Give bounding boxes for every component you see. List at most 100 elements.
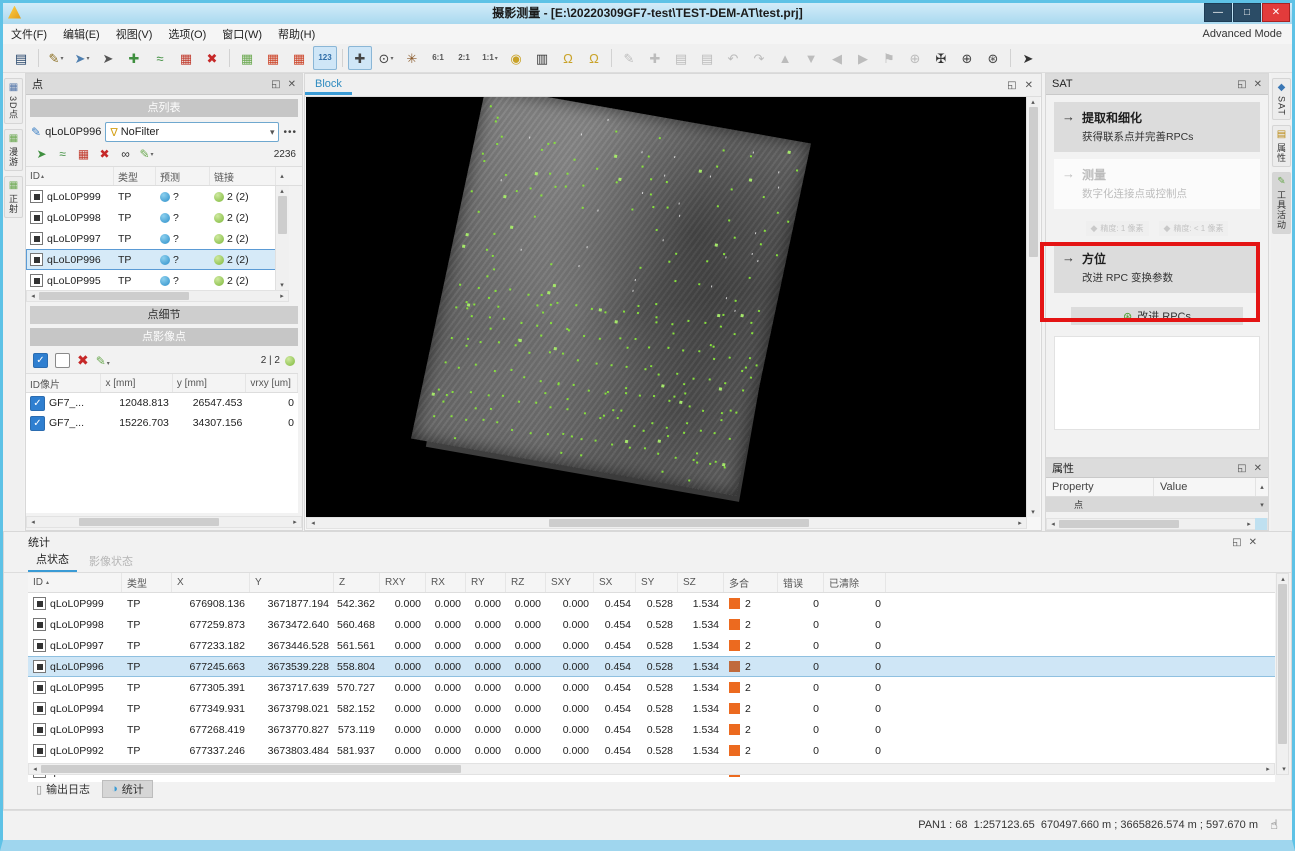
column-预测[interactable]: 预测 — [156, 167, 210, 185]
tab-browse[interactable]: ▦漫游 — [4, 129, 23, 171]
column-多合[interactable]: 多合 — [724, 573, 778, 592]
snap-point-icon[interactable]: ➤▾ — [70, 46, 94, 70]
scroll-down-icon[interactable]: ▾ — [1256, 501, 1268, 509]
column-SXY[interactable]: SXY — [546, 573, 594, 592]
block-viewport[interactable] — [306, 97, 1027, 517]
tab-output-log[interactable]: ▯输出日志 — [28, 780, 98, 798]
zoom-icon[interactable]: ⊙▾ — [374, 46, 398, 70]
column-x [mm][interactable]: x [mm] — [101, 374, 172, 392]
point-row[interactable]: qLoL0P997TP?2 (2) — [26, 228, 289, 249]
column-SX[interactable]: SX — [594, 573, 636, 592]
polyline-icon[interactable]: ≈ — [148, 46, 172, 70]
column-类型[interactable]: 类型 — [114, 167, 156, 185]
tab-points-3d[interactable]: ▦3D点 — [4, 78, 23, 124]
delete-icon[interactable]: ✖ — [77, 352, 89, 369]
close-panel-icon[interactable]: ✕ — [1254, 463, 1262, 474]
tab-image-status[interactable]: 影像状态 — [81, 551, 141, 572]
tab-properties[interactable]: ▤属性 — [1272, 125, 1291, 167]
float-panel-icon[interactable]: ◱ — [1237, 79, 1246, 90]
column-RZ[interactable]: RZ — [506, 573, 546, 592]
delete-point-icon[interactable]: ✖ — [95, 145, 114, 163]
column-错误[interactable]: 错误 — [778, 573, 824, 592]
lock2-icon[interactable]: Ω — [582, 46, 606, 70]
point-row[interactable]: qLoL0P995TP?2 (2) — [26, 270, 289, 290]
menu-help[interactable]: 帮助(H) — [270, 26, 323, 42]
close-panel-icon[interactable]: ✕ — [1249, 537, 1257, 548]
minimize-button[interactable]: — — [1204, 3, 1232, 22]
tab-block[interactable]: Block — [305, 76, 352, 95]
row-checkbox[interactable]: ✓ — [30, 396, 45, 411]
edit-status-icon[interactable]: ✎▾ — [137, 145, 156, 163]
menu-file[interactable]: 文件(F) — [3, 26, 55, 42]
block-hscrollbar[interactable]: ◂ ▸ — [306, 517, 1027, 529]
stats-row[interactable]: qLoL0P997TP677233.1823673446.528561.5610… — [28, 635, 1275, 656]
row-checkbox[interactable]: ✓ — [30, 416, 45, 431]
measure-point-icon[interactable]: ✚ — [122, 46, 146, 70]
block-vscrollbar[interactable]: ▴ ▾ — [1026, 97, 1040, 517]
column-ID[interactable]: ID▴ — [26, 167, 114, 185]
point-list-hscrollbar[interactable]: ◂ ▸ — [26, 290, 289, 302]
stats-row[interactable]: qLoL0P995TP677305.3913673717.639570.7270… — [28, 677, 1275, 698]
property-group-row[interactable]: 点 ▾ — [1046, 497, 1268, 512]
zoom-2-1-icon[interactable]: 2:1 — [452, 46, 476, 70]
workflow-step-1[interactable]: →提取和细化获得联系点并完善RPCs — [1054, 102, 1260, 152]
title-bar[interactable]: 摄影测量 - [E:\20220309GF7-test\TEST-DEM-AT\… — [0, 0, 1295, 24]
column-已清除[interactable]: 已清除 — [824, 573, 886, 592]
fit-view-icon[interactable]: ✳ — [400, 46, 424, 70]
uncheck-all-checkbox[interactable] — [55, 353, 70, 368]
point-row[interactable]: qLoL0P999TP?2 (2) — [26, 186, 289, 207]
measure-icon[interactable]: ➤ — [32, 145, 51, 163]
column-RXY[interactable]: RXY — [380, 573, 426, 592]
column-RX[interactable]: RX — [426, 573, 466, 592]
key-icon[interactable]: ◉ — [504, 46, 528, 70]
column-y [mm][interactable]: y [mm] — [173, 374, 246, 392]
stats-row[interactable]: qLoL0P998TP677259.8733673472.640560.4680… — [28, 614, 1275, 635]
close-panel-icon[interactable]: ✕ — [288, 79, 296, 90]
point-row[interactable]: qLoL0P998TP?2 (2) — [26, 207, 289, 228]
column-ID像片[interactable]: ID像片 — [26, 374, 101, 392]
column-RY[interactable]: RY — [466, 573, 506, 592]
zoom-1-1-icon[interactable]: 1:1▾ — [478, 46, 502, 70]
add-image-icon[interactable]: ▦ — [235, 46, 259, 70]
stats-row[interactable]: qLoL0P993TP677268.4193673770.827573.1190… — [28, 719, 1275, 740]
filter-dropdown[interactable]: ∇ NoFilter ▾ — [105, 122, 279, 142]
delete-point-icon[interactable]: ✖ — [200, 46, 224, 70]
tab-point-status[interactable]: 点状态 — [28, 549, 77, 572]
column-链接[interactable]: 链接 — [210, 167, 276, 185]
delete-image-point-icon[interactable]: ▦ — [174, 46, 198, 70]
stats-row[interactable]: qLoL0P992TP677337.2463673803.484581.9370… — [28, 740, 1275, 761]
point-list-vscrollbar[interactable]: ▴ ▾ — [275, 186, 289, 290]
properties-hscrollbar[interactable]: ◂ ▸ — [1046, 518, 1268, 530]
scroll-up-icon[interactable]: ▴ — [1256, 483, 1268, 491]
tab-tool-activity[interactable]: ✎工具活动 — [1272, 172, 1291, 234]
column-ID[interactable]: ID▴ — [28, 573, 122, 592]
scroll-up-icon[interactable]: ▴ — [276, 172, 288, 180]
close-panel-icon[interactable]: ✕ — [1254, 79, 1262, 90]
edit-status-icon[interactable]: ✎▾ — [96, 354, 110, 368]
column-类型[interactable]: 类型 — [122, 573, 172, 592]
stats-vscrollbar[interactable]: ▴ ▾ — [1276, 573, 1289, 775]
more-options-button[interactable]: ••• — [283, 127, 297, 138]
column-SY[interactable]: SY — [636, 573, 678, 592]
point-panel-hscrollbar[interactable]: ◂ ▸ — [26, 516, 302, 528]
track-icon[interactable]: ≈ — [53, 145, 72, 163]
menu-edit[interactable]: 编辑(E) — [55, 26, 108, 42]
workflow-step-3[interactable]: →方位改进 RPC 变换参数 — [1054, 243, 1260, 293]
find-icon[interactable]: ∞ — [116, 145, 135, 163]
column-vrxy [um][interactable]: vrxy [um] — [246, 374, 298, 392]
pan-hand-icon[interactable]: ✚ — [348, 46, 372, 70]
float-panel-icon[interactable]: ◱ — [1232, 537, 1241, 548]
check-all-checkbox[interactable]: ✓ — [33, 353, 48, 368]
menu-window[interactable]: 窗口(W) — [214, 26, 270, 42]
close-view-icon[interactable]: ✕ — [1025, 80, 1033, 91]
web-service2-icon[interactable]: ⊛ — [981, 46, 1005, 70]
lock-icon[interactable]: Ω — [556, 46, 580, 70]
column-Y[interactable]: Y — [250, 573, 334, 592]
tab-sat[interactable]: ◆SAT — [1272, 78, 1291, 120]
close-button[interactable]: ✕ — [1262, 3, 1290, 22]
delete-image-point-icon[interactable]: ▦ — [74, 145, 93, 163]
point-row[interactable]: qLoL0P996TP?2 (2) — [26, 249, 289, 270]
remove-image-icon[interactable]: ▦ — [261, 46, 285, 70]
maximize-button[interactable]: □ — [1233, 3, 1261, 22]
levels-icon[interactable]: ▥ — [530, 46, 554, 70]
